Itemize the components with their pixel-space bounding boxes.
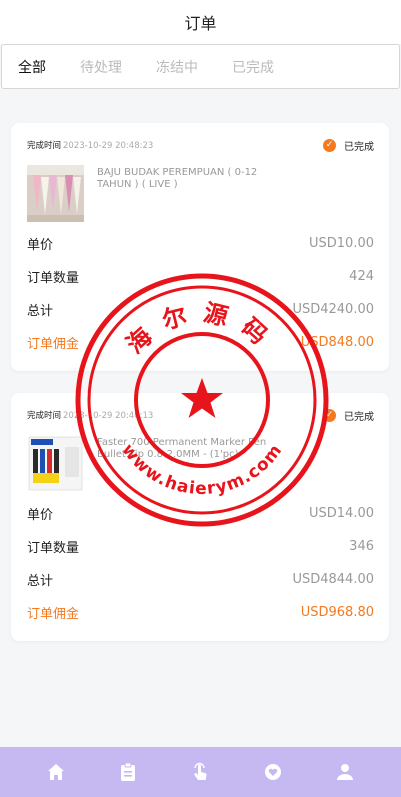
status-badge: ✓ 已完成 [323,138,374,153]
quantity-row: 订单数量 424 [27,269,374,286]
order-card[interactable]: 完成时间 2023-10-29 20:48:23 ✓ 已完成 BAJU BUDAK … [11,123,389,371]
page-header: 订单 [0,0,401,44]
home-icon [48,764,65,780]
unit-price-row: 单价 USD14.00 [27,506,374,523]
tab-frozen[interactable]: 冻结中 [156,57,198,77]
product-name: BAJU BUDAK PEREMPUAN ( 0-12 TAHUN ) ( LI… [97,167,258,190]
tab-pending[interactable]: 待处理 [80,57,122,77]
quantity-row: 订单数量 346 [27,539,374,556]
heart-diamond-icon [264,764,281,780]
user-icon [336,764,353,780]
completion-time: 完成时间 2023-10-29 20:48:23 [27,141,154,151]
order-tabs: 全部 待处理 冻结中 已完成 [1,44,400,89]
product-image [27,435,84,492]
tab-all[interactable]: 全部 [18,57,46,77]
total-row: 总计 USD4240.00 [27,302,374,319]
check-icon: ✓ [323,408,336,422]
completion-time: 完成时间 2023-10-29 20:40:13 [27,411,154,421]
status-badge: ✓ 已完成 [323,408,374,423]
nav-grab[interactable] [180,752,220,792]
clipboard-icon [121,762,136,781]
product-image [27,165,84,222]
order-list: 完成时间 2023-10-29 20:48:23 ✓ 已完成 BAJU BUDAK … [0,89,401,641]
unit-price-row: 单价 USD10.00 [27,236,374,253]
tap-icon [194,762,208,780]
total-row: 总计 USD4844.00 [27,572,374,589]
nav-profile[interactable] [325,752,365,792]
commission-row: 订单佣金 USD968.80 [27,605,374,622]
bottom-nav [0,747,401,797]
product-name: Faster 700 Permanent Marker Pen Bullet T… [97,437,267,460]
nav-home[interactable] [36,752,76,792]
nav-vip[interactable] [253,752,293,792]
page-title: 订单 [184,14,217,33]
check-icon: ✓ [323,138,336,152]
tab-completed[interactable]: 已完成 [232,57,274,77]
nav-orders[interactable] [108,752,148,792]
commission-row: 订单佣金 USD848.00 [27,335,374,352]
order-card[interactable]: 完成时间 2023-10-29 20:40:13 ✓ 已完成 Faster 700 … [11,393,389,641]
